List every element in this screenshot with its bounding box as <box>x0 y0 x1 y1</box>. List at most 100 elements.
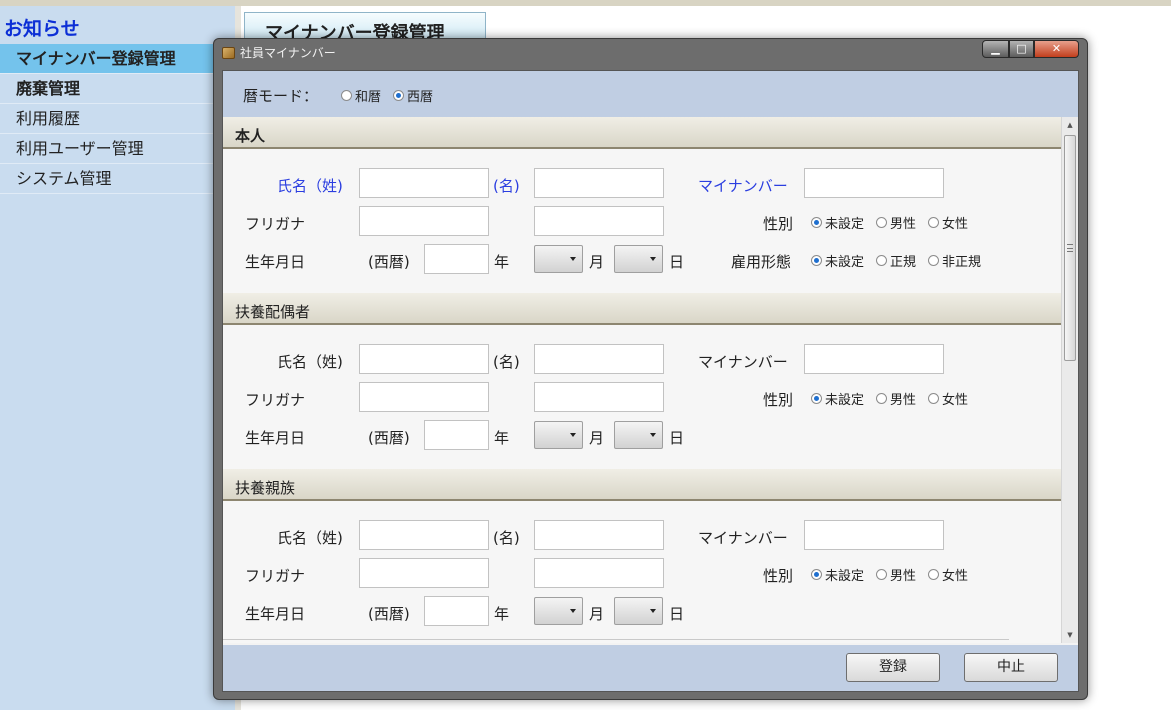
radio-japanese-era[interactable]: 和暦 <box>341 86 381 105</box>
self-employment-regular[interactable]: 正規 <box>876 251 916 270</box>
spouse-birth-year-input[interactable] <box>424 420 489 450</box>
form-scroll-area[interactable]: 本人 氏名（姓) (名) マイナンバー フリガナ 性別 未設定 男性 女性 生年… <box>223 117 1078 643</box>
dependent-gender-female[interactable]: 女性 <box>928 565 968 584</box>
section-header-self: 本人 <box>223 117 1061 149</box>
spouse-gender-female[interactable]: 女性 <box>928 389 968 408</box>
section-header-spouse: 扶養配偶者 <box>223 293 1061 325</box>
notice-link[interactable]: お知らせ <box>4 14 80 41</box>
dependent-era-label: (西暦) <box>368 605 410 623</box>
radio-dot-selected-icon <box>811 569 822 580</box>
radio-dot-icon <box>928 569 940 580</box>
spouse-name-mei-input[interactable] <box>534 344 664 374</box>
scroll-up-arrow-icon[interactable]: ▲ <box>1062 117 1078 133</box>
dependent-birth-year-input[interactable] <box>424 596 489 626</box>
dependent-gender-unset[interactable]: 未設定 <box>811 565 864 584</box>
spouse-birthdate-label: 生年月日 <box>245 429 306 447</box>
spouse-name-mei-label: (名) <box>493 353 520 371</box>
spouse-gender-male[interactable]: 男性 <box>876 389 916 408</box>
spouse-gender-group: 未設定 男性 女性 <box>811 389 968 408</box>
self-gender-female[interactable]: 女性 <box>928 213 968 232</box>
spouse-day-label: 日 <box>669 429 685 447</box>
self-gender-unset[interactable]: 未設定 <box>811 213 864 232</box>
grip-icon <box>1067 244 1073 252</box>
dependent-furigana-mei-input[interactable] <box>534 558 664 588</box>
vertical-scrollbar[interactable]: ▲ ▼ <box>1061 117 1078 643</box>
radio-dot-icon <box>928 255 940 266</box>
dependent-birth-day-select[interactable] <box>614 597 663 625</box>
self-employment-nonregular[interactable]: 非正規 <box>928 251 981 270</box>
self-birth-year-input[interactable] <box>424 244 489 274</box>
spouse-birth-month-select[interactable] <box>534 421 583 449</box>
spouse-birth-day-select[interactable] <box>614 421 663 449</box>
sidebar-item-system[interactable]: システム管理 <box>0 164 235 194</box>
sidebar-item-history[interactable]: 利用履歴 <box>0 104 235 134</box>
radio-dot-icon <box>928 217 940 228</box>
spouse-year-label: 年 <box>494 429 510 447</box>
dependent-name-sei-input[interactable] <box>359 520 489 550</box>
dependent-name-sei-label: 氏名（姓) <box>277 529 343 547</box>
calendar-mode-label: 暦モード： <box>243 87 319 105</box>
radio-dot-icon <box>928 393 940 404</box>
sidebar-item-users[interactable]: 利用ユーザー管理 <box>0 134 235 164</box>
sidebar-item-disposal[interactable]: 廃棄管理 <box>0 74 235 104</box>
dependent-furigana-sei-input[interactable] <box>359 558 489 588</box>
self-furigana-mei-input[interactable] <box>534 206 664 236</box>
spouse-name-sei-label: 氏名（姓) <box>277 353 343 371</box>
dropdown-arrow-icon <box>570 433 576 437</box>
minimize-button[interactable]: ▁ <box>982 40 1009 58</box>
spouse-name-sei-input[interactable] <box>359 344 489 374</box>
dialog-titlebar[interactable]: 社員マイナンバー <box>222 42 336 64</box>
dependent-mynumber-input[interactable] <box>804 520 944 550</box>
scroll-down-arrow-icon[interactable]: ▼ <box>1062 627 1078 643</box>
self-month-label: 月 <box>589 253 605 271</box>
dropdown-arrow-icon <box>650 609 656 613</box>
radio-western-era[interactable]: 西暦 <box>393 86 433 105</box>
close-button[interactable]: ✕ <box>1034 40 1079 58</box>
self-gender-label: 性別 <box>763 215 794 233</box>
scroll-thumb[interactable] <box>1064 135 1076 361</box>
radio-dot-icon <box>876 393 888 404</box>
dependent-gender-male[interactable]: 男性 <box>876 565 916 584</box>
package-icon <box>222 47 235 59</box>
radio-dot-selected-icon <box>811 255 822 266</box>
maximize-button[interactable]: □ <box>1009 40 1034 58</box>
dropdown-arrow-icon <box>570 257 576 261</box>
self-name-mei-input[interactable] <box>534 168 664 198</box>
self-employment-unset[interactable]: 未設定 <box>811 251 864 270</box>
dependent-name-mei-input[interactable] <box>534 520 664 550</box>
self-name-sei-label: 氏名（姓) <box>277 177 343 195</box>
register-button[interactable]: 登録 <box>846 653 940 682</box>
dependent-year-label: 年 <box>494 605 510 623</box>
self-era-label: (西暦) <box>368 253 410 271</box>
self-mynumber-input[interactable] <box>804 168 944 198</box>
self-furigana-label: フリガナ <box>245 215 306 233</box>
self-gender-male[interactable]: 男性 <box>876 213 916 232</box>
self-name-mei-label: (名) <box>493 177 520 195</box>
spouse-month-label: 月 <box>589 429 605 447</box>
self-birth-month-select[interactable] <box>534 245 583 273</box>
spouse-mynumber-input[interactable] <box>804 344 944 374</box>
cancel-button[interactable]: 中止 <box>964 653 1058 682</box>
radio-dot-icon <box>876 255 888 266</box>
self-employment-group: 未設定 正規 非正規 <box>811 251 981 270</box>
sidebar-item-mynumber[interactable]: マイナンバー登録管理 <box>0 44 235 74</box>
employee-mynumber-dialog: 社員マイナンバー ▁ □ ✕ 暦モード： 和暦 西暦 本人 氏名（姓) (名) … <box>213 38 1088 700</box>
self-employment-label: 雇用形態 <box>731 253 792 271</box>
spouse-furigana-sei-input[interactable] <box>359 382 489 412</box>
self-gender-group: 未設定 男性 女性 <box>811 213 968 232</box>
spouse-furigana-mei-input[interactable] <box>534 382 664 412</box>
section-divider <box>223 639 1009 640</box>
self-birth-day-select[interactable] <box>614 245 663 273</box>
dropdown-arrow-icon <box>570 609 576 613</box>
self-year-label: 年 <box>494 253 510 271</box>
dropdown-arrow-icon <box>650 257 656 261</box>
calendar-mode-group: 和暦 西暦 <box>341 86 433 105</box>
radio-dot-selected-icon <box>811 393 822 404</box>
dependent-birth-month-select[interactable] <box>534 597 583 625</box>
dependent-gender-group: 未設定 男性 女性 <box>811 565 968 584</box>
spouse-gender-unset[interactable]: 未設定 <box>811 389 864 408</box>
dependent-furigana-label: フリガナ <box>245 567 306 585</box>
self-furigana-sei-input[interactable] <box>359 206 489 236</box>
self-name-sei-input[interactable] <box>359 168 489 198</box>
dependent-mynumber-label: マイナンバー <box>698 529 788 547</box>
